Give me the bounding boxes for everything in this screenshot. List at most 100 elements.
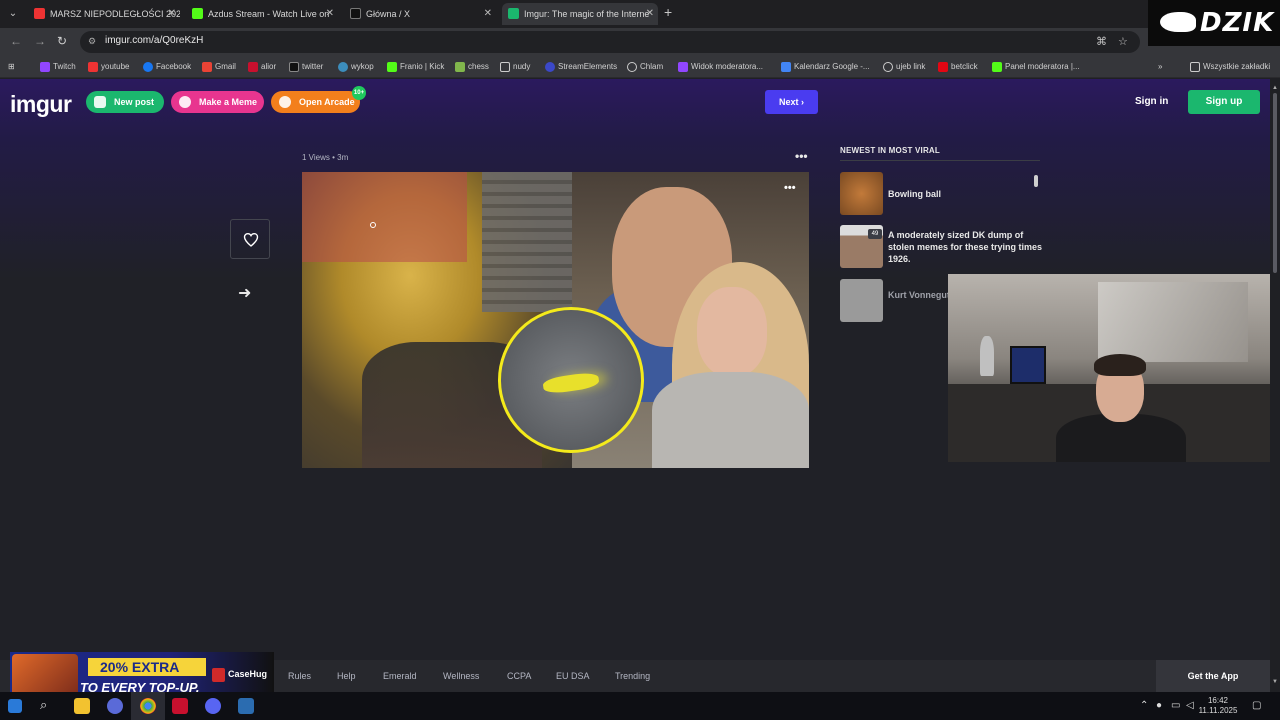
like-button[interactable] (230, 219, 270, 259)
bookmark-chlam[interactable]: Chlam (627, 60, 663, 74)
scroll-down-icon[interactable]: ▼ (1272, 679, 1278, 685)
footer-link-trending[interactable]: Trending (615, 671, 650, 681)
system-clock[interactable]: 16:42 11.11.2025 (1198, 696, 1238, 716)
bookmark-gmail[interactable]: Gmail (202, 60, 236, 74)
bookmark-alior[interactable]: alior (248, 60, 276, 74)
globe-icon (883, 62, 893, 72)
highlight-circle (498, 307, 644, 453)
scroll-thumb[interactable] (1273, 93, 1277, 273)
tab-azdus[interactable]: Azdus Stream - Watch Live on ✕ (186, 3, 338, 25)
clock-date: 11.11.2025 (1198, 706, 1238, 715)
tray-expand-icon[interactable]: ⌃ (1140, 700, 1148, 711)
next-post-button[interactable]: Next › (765, 90, 818, 114)
get-the-app-button[interactable]: Get the App (1156, 660, 1270, 692)
vonnegut-thumbnail (840, 279, 883, 322)
share-arrow-icon[interactable]: ➜ (238, 283, 251, 303)
alior-icon (248, 62, 258, 72)
notifications-icon[interactable]: ▢ (1252, 700, 1261, 711)
globe-icon (627, 62, 637, 72)
bookmarks-more-icon[interactable]: » (1158, 60, 1162, 74)
bookmark-facebook[interactable]: Facebook (143, 60, 191, 74)
sidebar-post-item[interactable]: 49 A moderately sized DK dump of stolen … (840, 225, 1042, 268)
footer-link-emerald[interactable]: Emerald (383, 671, 417, 681)
close-tab-icon[interactable]: ✕ (484, 3, 492, 25)
sidebar-post-item[interactable]: Bowling ball (840, 172, 1040, 215)
new-tab-icon[interactable]: + (664, 4, 672, 20)
bookmark-betclick[interactable]: betclick (938, 60, 978, 74)
footer-link-eu-dsa[interactable]: EU DSA (556, 671, 590, 681)
bookmark-nudy[interactable]: nudy (500, 60, 530, 74)
bookmark-chess[interactable]: chess (455, 60, 489, 74)
webcam-person-hair (1094, 354, 1146, 376)
bookmark-wykop[interactable]: wykop (338, 60, 374, 74)
photo-steps (482, 172, 572, 312)
chrome-icon[interactable] (140, 698, 156, 714)
sign-up-button[interactable]: Sign up (1188, 90, 1260, 114)
twitch-icon (40, 62, 50, 72)
post-image[interactable]: ••• (302, 172, 809, 468)
betclick-icon (938, 62, 948, 72)
file-explorer-icon[interactable] (74, 698, 90, 714)
microphone-icon[interactable]: ● (1156, 700, 1162, 711)
open-arcade-button[interactable]: Open Arcade (271, 91, 360, 113)
bookmarks-bar: ⊞ Twitch youtube Facebook Gmail alior tw… (0, 56, 1280, 78)
close-tab-icon[interactable]: ✕ (326, 3, 334, 25)
sign-in-link[interactable]: Sign in (1135, 96, 1168, 107)
image-count-badge: 49 (868, 229, 882, 239)
webcam-window (1098, 282, 1248, 362)
post-options-icon[interactable]: ••• (795, 149, 808, 163)
imgur-logo[interactable]: imgur (10, 91, 72, 118)
page-scrollbar[interactable]: ▲ ▼ (1270, 79, 1280, 690)
all-bookmarks-button[interactable]: Wszystkie zakładki (1190, 60, 1270, 74)
app-blue-icon[interactable] (238, 698, 254, 714)
forward-icon[interactable]: → (34, 34, 46, 48)
new-post-button[interactable]: New post (86, 91, 164, 113)
back-icon[interactable]: ← (10, 34, 22, 48)
tab-x[interactable]: Główna / X ✕ (344, 3, 496, 25)
bookmark-widok-moderatora[interactable]: Widok moderatora... (678, 60, 763, 74)
yellow-car (542, 371, 600, 395)
search-icon[interactable]: ⌕ (40, 697, 56, 713)
url-input[interactable]: ⚙ imgur.com/a/Q0reKzH ⌘ ☆ (80, 31, 1140, 53)
windows-taskbar: ⌕ ⌃ ● ▭ ◁ 16:42 11.11.2025 ▢ (0, 692, 1280, 720)
windows-start-icon[interactable] (8, 699, 22, 713)
folder-icon (500, 62, 510, 72)
chevron-right-icon: › (801, 97, 805, 107)
bookmark-star-icon[interactable]: ☆ (1118, 35, 1128, 48)
discord-icon[interactable] (205, 698, 221, 714)
footer-link-help[interactable]: Help (337, 671, 356, 681)
casehug-logo-icon (212, 668, 225, 682)
bookmark-youtube[interactable]: youtube (88, 60, 129, 74)
post-meta: 1 Views • 3m (302, 153, 349, 162)
footer-link-wellness[interactable]: Wellness (443, 671, 479, 681)
bookmark-ujeb-link[interactable]: ujeb link (883, 60, 925, 74)
mouse-cursor-icon (370, 222, 376, 228)
app-red-icon[interactable] (172, 698, 188, 714)
tab-search-icon[interactable]: ⌄ (4, 5, 22, 23)
image-options-icon[interactable]: ••• (784, 182, 796, 194)
tab-imgur[interactable]: Imgur: The magic of the Interne ✕ (502, 3, 658, 25)
bookmark-streamelements[interactable]: StreamElements (545, 60, 617, 74)
reload-icon[interactable]: ↻ (57, 34, 67, 48)
bookmark-franio-kick[interactable]: Franio | Kick (387, 60, 444, 74)
app-icon[interactable] (107, 698, 123, 714)
sidebar-divider (840, 160, 1040, 161)
translate-icon[interactable]: ⌘ (1096, 35, 1107, 48)
bookmark-twitch[interactable]: Twitch (40, 60, 76, 74)
footer-link-rules[interactable]: Rules (288, 671, 311, 681)
volume-icon[interactable]: ◁ (1186, 700, 1194, 711)
close-tab-icon[interactable]: ✕ (168, 3, 176, 25)
bookmark-twitter[interactable]: twitter (289, 60, 323, 74)
bookmark-panel-moderatora[interactable]: Panel moderatora |... (992, 60, 1080, 74)
close-tab-icon[interactable]: ✕ (646, 3, 654, 25)
kick-icon (387, 62, 397, 72)
twitch-icon (678, 62, 688, 72)
scroll-up-icon[interactable]: ▲ (1272, 85, 1278, 91)
network-icon[interactable]: ▭ (1171, 700, 1180, 711)
footer-link-ccpa[interactable]: CCPA (507, 671, 531, 681)
tab-marsz[interactable]: MARSZ NIEPODLEGŁOŚCI 2025 ✕ (28, 3, 180, 25)
make-meme-button[interactable]: Make a Meme (171, 91, 264, 113)
bookmark-kalendarz[interactable]: Kalendarz Google -... (781, 60, 870, 74)
site-info-icon[interactable]: ⚙ (88, 36, 99, 47)
apps-grid-icon[interactable]: ⊞ (8, 60, 20, 74)
